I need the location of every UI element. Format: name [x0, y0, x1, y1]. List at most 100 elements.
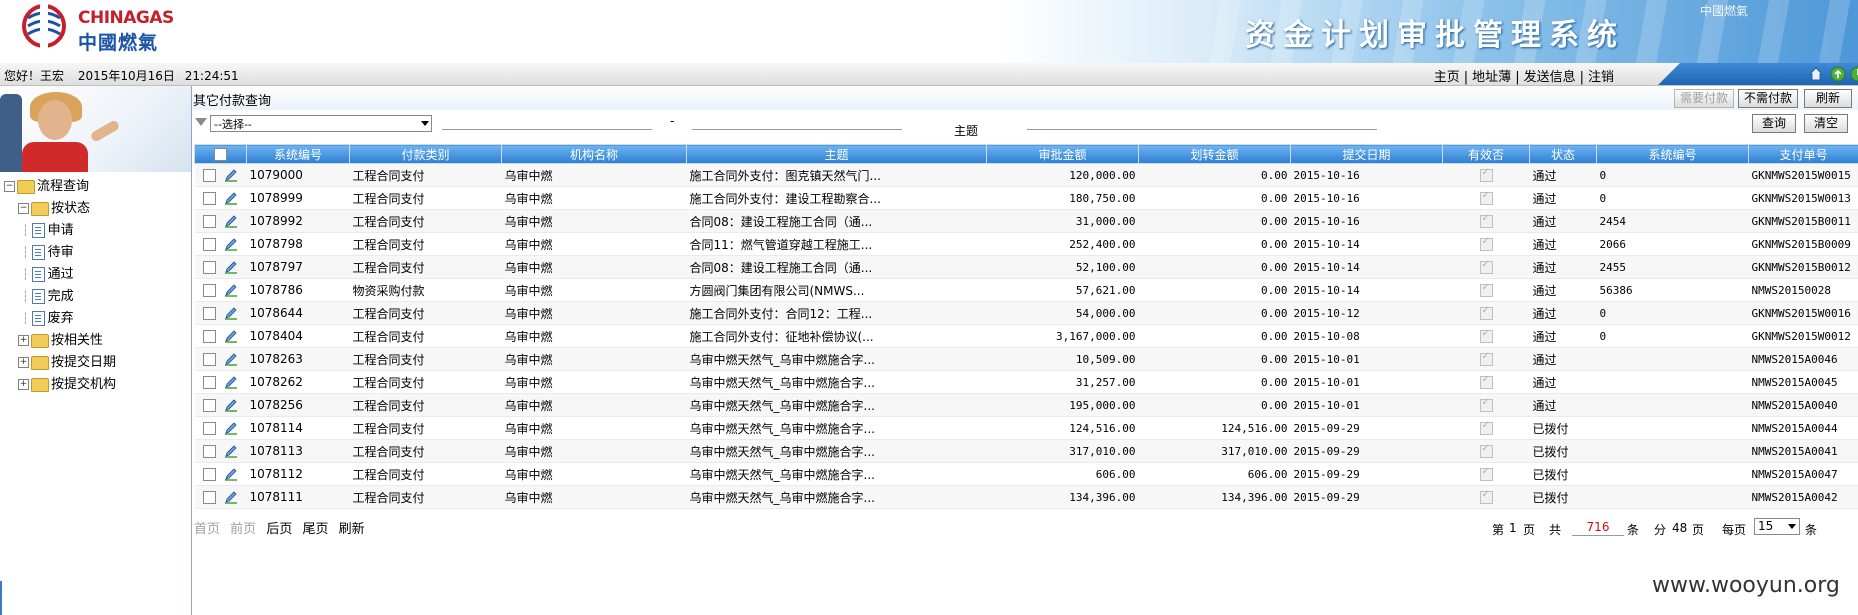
- column-header[interactable]: 状态: [1529, 144, 1597, 164]
- column-header[interactable]: 主题: [686, 144, 987, 164]
- edit-pencil-icon[interactable]: [224, 421, 238, 435]
- link-logout[interactable]: 注销: [1586, 70, 1616, 85]
- prev-page-link[interactable]: 前页: [230, 522, 256, 537]
- row-checkbox[interactable]: [203, 490, 216, 504]
- first-page-link[interactable]: 首页: [194, 522, 220, 537]
- per-page-select[interactable]: 15: [1754, 518, 1800, 535]
- row-checkbox[interactable]: [203, 237, 216, 251]
- cell-status: 通过: [1529, 232, 1597, 256]
- cell-status: 已拨付: [1529, 485, 1597, 509]
- tree-item-apply[interactable]: ┆ 申请: [4, 220, 116, 242]
- column-header[interactable]: 机构名称: [501, 144, 687, 164]
- column-header[interactable]: 提交日期: [1290, 144, 1443, 164]
- no-pay-button[interactable]: 不需付款: [1738, 89, 1798, 108]
- home-icon[interactable]: [1808, 66, 1824, 82]
- table-row[interactable]: 1078999 工程合同支付 乌审中燃 施工合同外支付：建设工程勘察合... 180,7…: [194, 186, 1858, 210]
- row-checkbox[interactable]: [203, 191, 216, 205]
- last-page-link[interactable]: 尾页: [302, 522, 328, 537]
- table-row[interactable]: 1078114 工程合同支付 乌审中燃 乌审中燃天然气_乌审中燃施合字... 124,5…: [194, 416, 1858, 440]
- edit-pencil-icon[interactable]: [224, 490, 238, 504]
- row-checkbox[interactable]: [203, 421, 216, 435]
- table-row[interactable]: 1078113 工程合同支付 乌审中燃 乌审中燃天然气_乌审中燃施合字... 317,0…: [194, 439, 1858, 463]
- collapse-icon[interactable]: −: [4, 181, 15, 192]
- filter-input-2[interactable]: [692, 129, 902, 130]
- row-checkbox[interactable]: [203, 214, 216, 228]
- query-button[interactable]: 查询: [1752, 114, 1796, 133]
- refresh-button[interactable]: 刷新: [1804, 89, 1852, 108]
- link-send-message[interactable]: 发送信息: [1522, 70, 1578, 85]
- valid-checkbox: [1479, 282, 1493, 297]
- filter-input-1[interactable]: [442, 129, 652, 130]
- category-select[interactable]: --选择--: [210, 115, 432, 132]
- link-home[interactable]: 主页: [1432, 70, 1462, 85]
- exit-icon[interactable]: [1850, 66, 1858, 82]
- row-checkbox[interactable]: [203, 283, 216, 297]
- clear-button[interactable]: 清空: [1804, 114, 1848, 133]
- subject-input[interactable]: [1027, 129, 1377, 130]
- row-checkbox[interactable]: [203, 260, 216, 274]
- row-checkbox[interactable]: [203, 375, 216, 389]
- row-checkbox[interactable]: [203, 467, 216, 481]
- table-row[interactable]: 1078404 工程合同支付 乌审中燃 施工合同外支付：征地补偿协议(... 3,167…: [194, 324, 1858, 348]
- column-header[interactable]: 系统编号: [1596, 144, 1749, 164]
- table-row[interactable]: 1078644 工程合同支付 乌审中燃 施工合同外支付：合同12：工程... 54,00…: [194, 301, 1858, 325]
- edit-pencil-icon[interactable]: [224, 329, 238, 343]
- row-checkbox[interactable]: [203, 306, 216, 320]
- tree-item-by-submit-date[interactable]: + 按提交日期: [4, 352, 116, 374]
- next-page-link[interactable]: 后页: [266, 522, 292, 537]
- expand-icon[interactable]: +: [18, 335, 29, 346]
- table-row[interactable]: 1078992 工程合同支付 乌审中燃 合同08：建设工程施工合同（通... 31,00…: [194, 209, 1858, 233]
- column-header[interactable]: 划转金额: [1138, 144, 1291, 164]
- expand-icon[interactable]: +: [18, 379, 29, 390]
- table-row[interactable]: 1078112 工程合同支付 乌审中燃 乌审中燃天然气_乌审中燃施合字... 606.0…: [194, 462, 1858, 486]
- table-row[interactable]: 1078111 工程合同支付 乌审中燃 乌审中燃天然气_乌审中燃施合字... 134,3…: [194, 485, 1858, 509]
- edit-pencil-icon[interactable]: [224, 398, 238, 412]
- table-row[interactable]: 1078798 工程合同支付 乌审中燃 合同11：燃气管道穿越工程施工... 252,4…: [194, 232, 1858, 256]
- collapse-icon[interactable]: −: [18, 203, 29, 214]
- row-checkbox[interactable]: [203, 168, 216, 182]
- select-all-checkbox[interactable]: [214, 148, 227, 161]
- edit-pencil-icon[interactable]: [224, 375, 238, 389]
- edit-pencil-icon[interactable]: [224, 191, 238, 205]
- tree-item-abandoned[interactable]: ┆ 废弃: [4, 308, 116, 330]
- column-header[interactable]: 有效否: [1442, 144, 1530, 164]
- table-row[interactable]: 1078262 工程合同支付 乌审中燃 乌审中燃天然气_乌审中燃施合字... 31,25…: [194, 370, 1858, 394]
- tree-item-completed[interactable]: ┆ 完成: [4, 286, 116, 308]
- expand-icon[interactable]: +: [18, 357, 29, 368]
- row-checkbox[interactable]: [203, 444, 216, 458]
- need-pay-button[interactable]: 需要付款: [1674, 89, 1734, 108]
- pager-refresh-link[interactable]: 刷新: [339, 522, 365, 537]
- edit-pencil-icon[interactable]: [224, 237, 238, 251]
- table-row[interactable]: 1078263 工程合同支付 乌审中燃 乌审中燃天然气_乌审中燃施合字... 10,50…: [194, 347, 1858, 371]
- column-header[interactable]: 系统编号: [246, 144, 350, 164]
- table-row[interactable]: 1078786 物资采购付款 乌审中燃 方圆阀门集团有限公司(NMWS... 57,62…: [194, 278, 1858, 302]
- tree-item-pending[interactable]: ┆ 待审: [4, 242, 116, 264]
- row-checkbox[interactable]: [203, 352, 216, 366]
- refresh-icon[interactable]: [1830, 66, 1846, 82]
- link-address-book[interactable]: 地址薄: [1470, 70, 1513, 85]
- table-row[interactable]: 1079000 工程合同支付 乌审中燃 施工合同外支付：图克镇天然气门... 120,0…: [194, 163, 1858, 187]
- table-row[interactable]: 1078256 工程合同支付 乌审中燃 乌审中燃天然气_乌审中燃施合字... 195,0…: [194, 393, 1858, 417]
- column-header[interactable]: 付款类别: [349, 144, 502, 164]
- edit-pencil-icon[interactable]: [224, 467, 238, 481]
- tree-item-by-status[interactable]: − 按状态: [4, 198, 116, 220]
- edit-pencil-icon[interactable]: [224, 260, 238, 274]
- row-checkbox[interactable]: [203, 329, 216, 343]
- tree-item-by-relevance[interactable]: + 按相关性: [4, 330, 116, 352]
- tree-item-by-submit-org[interactable]: + 按提交机构: [4, 374, 116, 396]
- tree-root[interactable]: − 流程查询: [4, 176, 116, 198]
- edit-pencil-icon[interactable]: [224, 444, 238, 458]
- cell-transfer-amount: 0.00: [1138, 301, 1291, 325]
- edit-pencil-icon[interactable]: [224, 306, 238, 320]
- edit-pencil-icon[interactable]: [224, 214, 238, 228]
- cell-org-name: 乌审中燃: [501, 347, 687, 371]
- column-header[interactable]: 支付单号: [1748, 144, 1858, 164]
- row-checkbox[interactable]: [203, 398, 216, 412]
- edit-pencil-icon[interactable]: [224, 283, 238, 297]
- table-row[interactable]: 1078797 工程合同支付 乌审中燃 合同08：建设工程施工合同（通... 52,10…: [194, 255, 1858, 279]
- edit-pencil-icon[interactable]: [224, 352, 238, 366]
- edit-pencil-icon[interactable]: [224, 168, 238, 182]
- tree-item-passed[interactable]: ┆ 通过: [4, 264, 116, 286]
- document-icon: [31, 289, 45, 304]
- column-header[interactable]: 审批金额: [986, 144, 1139, 164]
